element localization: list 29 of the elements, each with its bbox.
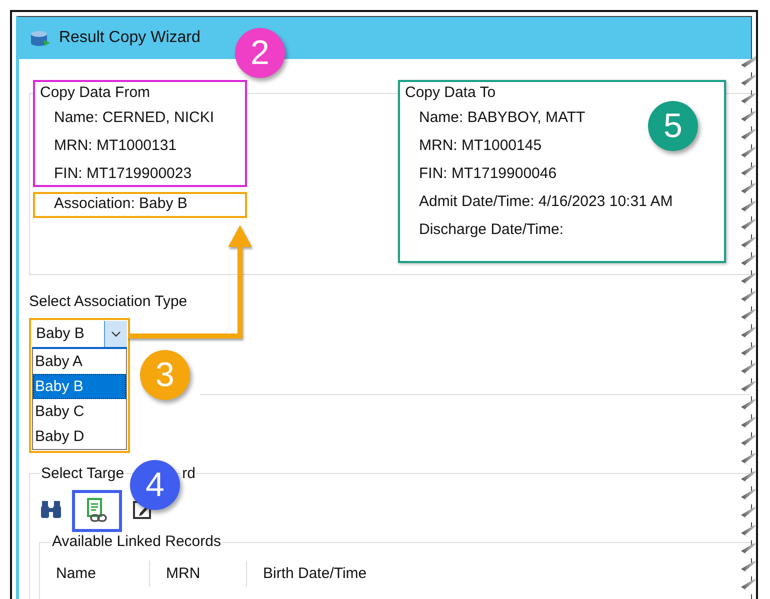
window-title: Result Copy Wizard (59, 29, 200, 47)
column-header[interactable]: MRN (150, 561, 247, 587)
step-badge: 4 (130, 460, 180, 510)
field-text: Name: CERNED, NICKI (53, 108, 214, 128)
field-text: FIN: MT1719900046 (418, 164, 557, 184)
field-text: Name: BABYBOY, MATT (418, 108, 586, 128)
field-text: MRN: MT1000131 (53, 136, 177, 156)
column-header[interactable]: Name (40, 561, 150, 587)
dropdown-option[interactable]: Baby C (33, 399, 126, 424)
association-dropdown[interactable]: Baby B (32, 321, 127, 349)
dropdown-option[interactable]: Baby B (33, 374, 126, 399)
binoculars-icon[interactable] (40, 499, 62, 519)
field-text: MRN: MT1000145 (418, 136, 542, 156)
step-badge: 2 (235, 28, 285, 78)
field-text: Discharge Date/Time: (418, 220, 564, 240)
link-record-button[interactable] (72, 490, 122, 532)
step-badge: 3 (140, 350, 190, 400)
group-label: Select Targe (40, 464, 126, 484)
group-label: Copy Data From (40, 83, 150, 103)
field-text: Admit Date/Time: 4/16/2023 10:31 AM (418, 192, 673, 212)
chevron-down-icon (111, 331, 121, 337)
dropdown-option[interactable]: Baby A (33, 349, 126, 374)
dropdown-option[interactable]: Baby D (33, 424, 126, 449)
column-header[interactable]: Birth Date/Time (247, 561, 423, 587)
group-label: Copy Data To (405, 83, 496, 103)
field-label: Select Association Type (29, 292, 188, 312)
field-text: Association: Baby B (53, 194, 188, 214)
linked-document-icon (85, 498, 109, 524)
field-text: FIN: MT1719900023 (53, 164, 192, 184)
